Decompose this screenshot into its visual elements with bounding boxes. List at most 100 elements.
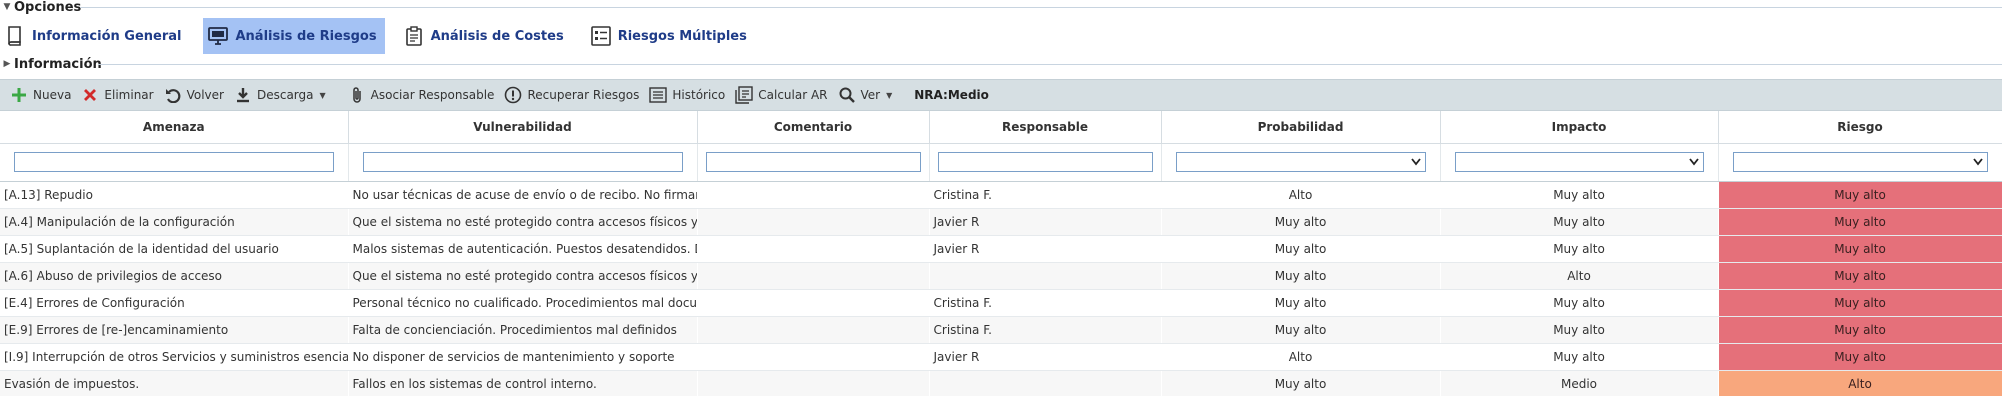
comentario-cell[interactable] <box>697 208 929 236</box>
amenaza-cell[interactable]: [A.4] Manipulación de la configuración <box>0 208 348 236</box>
table-row[interactable]: [I.9] Interrupción de otros Servicios y … <box>0 343 2002 371</box>
responsable-cell[interactable]: Javier R <box>929 343 1161 371</box>
vulnerabilidad-cell[interactable]: No usar técnicas de acuse de envío o de … <box>348 181 697 209</box>
column-header-riesgo[interactable]: Riesgo <box>1718 111 2002 144</box>
amenaza-cell[interactable]: [E.9] Errores de [re-]encaminamiento <box>0 316 348 344</box>
responsable-filter-input[interactable] <box>937 152 1153 172</box>
expand-triangle-icon[interactable]: ▶ <box>0 59 14 69</box>
table-row[interactable]: [A.4] Manipulación de la configuración Qu… <box>0 208 2002 236</box>
filter-row <box>0 143 2002 182</box>
amenaza-cell[interactable]: Evasión de impuestos. <box>0 370 348 396</box>
table-row[interactable]: [A.13] Repudio No usar técnicas de acuse … <box>0 181 2002 209</box>
comentario-cell[interactable] <box>697 343 929 371</box>
calcular-ar-button[interactable]: Calcular AR <box>735 86 828 104</box>
comentario-cell[interactable] <box>697 181 929 209</box>
tab-analisis-costes[interactable]: Análisis de Costes <box>399 18 572 54</box>
vulnerabilidad-cell[interactable]: Que el sistema no esté protegido contra … <box>348 208 697 236</box>
amenaza-cell[interactable]: [A.13] Repudio <box>0 181 348 209</box>
comentario-cell[interactable] <box>697 370 929 396</box>
impacto-cell[interactable]: Medio <box>1440 370 1718 396</box>
riesgo-cell[interactable]: Alto <box>1718 370 2002 396</box>
amenaza-cell[interactable]: [I.9] Interrupción de otros Servicios y … <box>0 343 348 371</box>
opciones-section-header[interactable]: ▼ Opciones <box>0 0 2002 15</box>
impacto-cell[interactable]: Muy alto <box>1440 181 1718 209</box>
column-header-responsable[interactable]: Responsable <box>929 111 1162 144</box>
riesgo-cell[interactable]: Muy alto <box>1718 262 2002 290</box>
table-row[interactable]: Evasión de impuestos. Fallos en los siste… <box>0 370 2002 396</box>
responsable-cell[interactable]: Cristina F. <box>929 289 1161 317</box>
tab-riesgos-multiples[interactable]: Riesgos Múltiples <box>586 18 755 54</box>
riesgo-cell[interactable]: Muy alto <box>1718 316 2002 344</box>
comentario-filter-input[interactable] <box>705 152 921 172</box>
comentario-cell[interactable] <box>697 262 929 290</box>
section-divider <box>80 7 2002 8</box>
probabilidad-cell[interactable]: Muy alto <box>1161 262 1440 290</box>
column-header-comentario[interactable]: Comentario <box>697 111 930 144</box>
comentario-cell[interactable] <box>697 235 929 263</box>
responsable-cell[interactable]: Cristina F. <box>929 181 1161 209</box>
eliminar-button[interactable]: Eliminar <box>81 86 154 104</box>
impacto-cell[interactable]: Muy alto <box>1440 235 1718 263</box>
nueva-button[interactable]: Nueva <box>10 86 71 104</box>
column-header-probabilidad[interactable]: Probabilidad <box>1161 111 1441 144</box>
responsable-cell[interactable]: Javier R <box>929 208 1161 236</box>
responsable-cell[interactable]: Javier R <box>929 235 1161 263</box>
impacto-cell[interactable]: Alto <box>1440 262 1718 290</box>
chevron-down-icon: ▼ <box>319 90 326 100</box>
probabilidad-cell[interactable]: Muy alto <box>1161 289 1440 317</box>
probabilidad-cell[interactable]: Muy alto <box>1161 316 1440 344</box>
table-row[interactable]: [E.4] Errores de Configuración Personal t… <box>0 289 2002 317</box>
vulnerabilidad-cell[interactable]: Malos sistemas de autenticación. Puestos… <box>348 235 697 263</box>
amenaza-cell[interactable]: [E.4] Errores de Configuración <box>0 289 348 317</box>
responsable-cell[interactable] <box>929 262 1161 290</box>
collapse-triangle-icon[interactable]: ▼ <box>0 2 14 12</box>
impacto-cell[interactable]: Muy alto <box>1440 208 1718 236</box>
table-row[interactable]: [A.5] Suplantación de la identidad del u… <box>0 235 2002 263</box>
probabilidad-cell[interactable]: Muy alto <box>1161 370 1440 396</box>
vulnerabilidad-cell[interactable]: Falta de concienciación. Procedimientos … <box>348 316 697 344</box>
column-header-amenaza[interactable]: Amenaza <box>0 111 349 144</box>
responsable-cell[interactable]: Cristina F. <box>929 316 1161 344</box>
probabilidad-cell[interactable]: Alto <box>1161 181 1440 209</box>
table-row[interactable]: [E.9] Errores de [re-]encaminamiento Falt… <box>0 316 2002 344</box>
nueva-label: Nueva <box>33 88 72 102</box>
riesgo-cell[interactable]: Muy alto <box>1718 235 2002 263</box>
recuperar-riesgos-button[interactable]: Recuperar Riesgos <box>504 86 639 104</box>
vulnerabilidad-cell[interactable]: Que el sistema no esté protegido contra … <box>348 262 697 290</box>
probabilidad-cell[interactable]: Alto <box>1161 343 1440 371</box>
amenaza-cell[interactable]: [A.6] Abuso de privilegios de acceso <box>0 262 348 290</box>
impacto-cell[interactable]: Muy alto <box>1440 289 1718 317</box>
riesgo-cell[interactable]: Muy alto <box>1718 208 2002 236</box>
riesgo-cell[interactable]: Muy alto <box>1718 343 2002 371</box>
volver-button[interactable]: Volver <box>164 86 224 104</box>
riesgo-cell[interactable]: Muy alto <box>1718 181 2002 209</box>
tab-informacion-general[interactable]: Información General <box>0 18 189 54</box>
amenaza-cell[interactable]: [A.5] Suplantación de la identidad del u… <box>0 235 348 263</box>
riesgo-cell[interactable]: Muy alto <box>1718 289 2002 317</box>
column-header-impacto[interactable]: Impacto <box>1440 111 1719 144</box>
probabilidad-cell[interactable]: Muy alto <box>1161 208 1440 236</box>
informacion-section-header[interactable]: ▶ Información <box>0 56 2002 72</box>
table-row[interactable]: [A.6] Abuso de privilegios de acceso Que … <box>0 262 2002 290</box>
vulnerabilidad-cell[interactable]: Fallos en los sistemas de control intern… <box>348 370 697 396</box>
comentario-cell[interactable] <box>697 289 929 317</box>
probabilidad-cell[interactable]: Muy alto <box>1161 235 1440 263</box>
descarga-dropdown[interactable]: Descarga ▼ <box>234 86 326 104</box>
undo-icon <box>164 86 182 104</box>
column-header-vulnerabilidad[interactable]: Vulnerabilidad <box>348 111 698 144</box>
vulnerabilidad-cell[interactable]: Personal técnico no cualificado. Procedi… <box>348 289 697 317</box>
ver-dropdown[interactable]: Ver ▼ <box>838 86 892 104</box>
riesgo-filter-select[interactable] <box>1732 152 1988 172</box>
vulnerabilidad-filter-input[interactable] <box>362 152 683 172</box>
impacto-cell[interactable]: Muy alto <box>1440 343 1718 371</box>
historico-button[interactable]: Histórico <box>649 86 725 104</box>
impacto-filter-select[interactable] <box>1454 152 1704 172</box>
vulnerabilidad-cell[interactable]: No disponer de servicios de mantenimient… <box>348 343 697 371</box>
impacto-cell[interactable]: Muy alto <box>1440 316 1718 344</box>
probabilidad-filter-select[interactable] <box>1175 152 1426 172</box>
amenaza-filter-input[interactable] <box>14 152 334 172</box>
comentario-cell[interactable] <box>697 316 929 344</box>
responsable-cell[interactable] <box>929 370 1161 396</box>
tab-analisis-riesgos[interactable]: Análisis de Riesgos <box>203 18 385 54</box>
asociar-responsable-button[interactable]: Asociar Responsable <box>348 86 494 104</box>
